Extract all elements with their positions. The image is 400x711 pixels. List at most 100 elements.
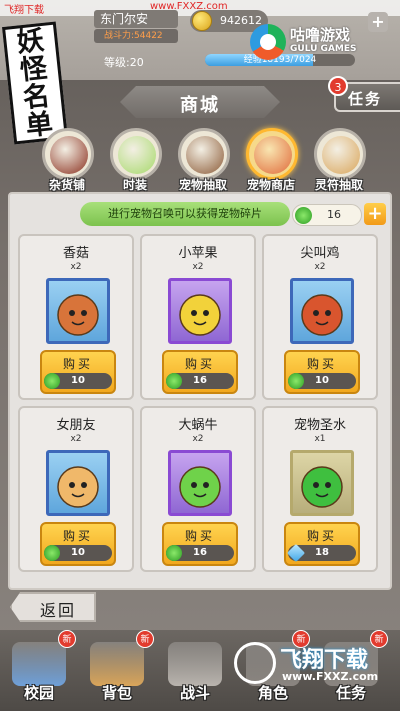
item-art-icon	[57, 466, 99, 508]
title-banner: 商城	[120, 86, 280, 118]
item-image[interactable]	[168, 450, 232, 516]
back-button[interactable]: 返回	[10, 592, 96, 622]
nav-item-0[interactable]: 校园	[6, 638, 72, 708]
tab-3[interactable]: 宠物商店	[240, 126, 302, 196]
item-price: 16	[166, 545, 234, 561]
item-quantity: x2	[70, 262, 82, 272]
player-level: 等级:20	[104, 56, 144, 69]
nav-icon	[12, 642, 66, 686]
item-art-icon	[301, 294, 343, 336]
item-price: 16	[166, 373, 234, 389]
item-price: 10	[44, 545, 112, 561]
buy-button-label: 购买	[306, 357, 337, 371]
gulu-watermark: 咕噜游戏 GULU GAMES	[250, 20, 400, 70]
item-quantity: x2	[192, 434, 204, 444]
item-art-icon	[179, 466, 221, 508]
item-art-icon	[179, 294, 221, 336]
tab-label: 灵符抽取	[314, 178, 363, 192]
item-price: 18	[286, 543, 356, 563]
item-art-icon	[57, 294, 99, 336]
nav-label: 战斗	[179, 684, 210, 702]
item-price: 10	[288, 373, 356, 389]
tab-icon	[254, 136, 292, 174]
price-value: 10	[315, 375, 329, 386]
pet-shard-value: 16	[327, 208, 341, 221]
tab-4[interactable]: 灵符抽取	[308, 126, 370, 196]
tab-icon	[118, 136, 156, 174]
item-name: 女朋友	[56, 418, 96, 433]
item-image[interactable]	[46, 450, 110, 516]
price-value: 18	[315, 547, 329, 558]
shop-item-card: 宠物圣水 x1 购买 18	[262, 406, 378, 572]
item-quantity: x2	[192, 262, 204, 272]
gulu-logo-icon	[250, 24, 286, 60]
item-image[interactable]	[290, 278, 354, 344]
nav-label: 校园	[23, 684, 54, 702]
pet-shard-counter: 16	[292, 204, 362, 226]
combat-power: 战斗力:54422	[94, 29, 178, 43]
nav-icon	[90, 642, 144, 686]
buy-button-label: 购买	[184, 357, 215, 371]
buy-button[interactable]: 购买 10	[284, 350, 360, 394]
item-image[interactable]	[168, 278, 232, 344]
nav-label: 背包	[101, 684, 132, 702]
shop-panel: 进行宠物召唤可以获得宠物碎片 16 + 香菇 x2 购买 10 小苹果 x2 购买 16 尖叫鸡…	[8, 192, 392, 590]
buy-button-label: 购买	[62, 357, 93, 371]
shop-info-bar: 进行宠物召唤可以获得宠物碎片	[80, 202, 290, 226]
gulu-name-cn: 咕噜游戏	[290, 26, 351, 44]
watermark-bottom-url: www.FXXZ.com	[282, 670, 379, 683]
tab-icon	[322, 136, 360, 174]
buy-button[interactable]: 购买 16	[162, 350, 238, 394]
price-value: 16	[193, 547, 207, 558]
task-count-badge: 3	[328, 76, 348, 96]
tab-label: 宠物商店	[246, 178, 295, 192]
shop-item-card: 香菇 x2 购买 10	[18, 234, 134, 400]
item-art-icon	[301, 466, 343, 508]
buy-button[interactable]: 购买 16	[162, 522, 238, 566]
new-badge: 新	[136, 630, 154, 648]
buy-button-label: 购买	[306, 529, 337, 543]
tab-1[interactable]: 时装	[104, 126, 166, 196]
item-price: 10	[44, 373, 112, 389]
tab-label: 宠物抽取	[178, 178, 227, 192]
item-name: 尖叫鸡	[300, 246, 340, 261]
page-title: 商城	[180, 95, 220, 116]
tab-icon	[50, 136, 88, 174]
tab-label: 杂货铺	[48, 178, 85, 192]
back-button-label: 返回	[40, 601, 77, 620]
buy-button[interactable]: 购买 10	[40, 522, 116, 566]
nav-item-2[interactable]: 战斗	[162, 638, 228, 708]
price-value: 10	[71, 375, 85, 386]
item-name: 香菇	[62, 246, 89, 261]
shop-item-card: 女朋友 x2 购买 10	[18, 406, 134, 572]
shop-item-card: 大蜗牛 x2 购买 16	[140, 406, 256, 572]
item-name: 宠物圣水	[293, 418, 346, 433]
add-shards-button[interactable]: +	[364, 203, 386, 225]
item-name: 大蜗牛	[178, 418, 218, 433]
price-value: 16	[193, 375, 207, 386]
price-value: 10	[71, 547, 85, 558]
tab-0[interactable]: 杂货铺	[36, 126, 98, 196]
shop-item-card: 尖叫鸡 x2 购买 10	[262, 234, 378, 400]
buy-button-label: 购买	[62, 529, 93, 543]
watermark-bottom: 飞翔下载 www.FXXZ.com	[232, 640, 400, 696]
buy-button[interactable]: 购买 10	[40, 350, 116, 394]
item-image[interactable]	[290, 450, 354, 516]
nav-item-1[interactable]: 背包	[84, 638, 150, 708]
buy-button-label: 购买	[184, 529, 215, 543]
tab-label: 时装	[122, 178, 147, 192]
task-button-label: 任务	[348, 90, 383, 108]
coin-icon	[192, 11, 212, 31]
item-quantity: x1	[314, 434, 326, 444]
watermark-logo-icon	[234, 642, 276, 684]
tab-icon	[186, 136, 224, 174]
buy-button[interactable]: 购买 18	[284, 522, 360, 566]
tab-2[interactable]: 宠物抽取	[172, 126, 234, 196]
nav-icon	[168, 642, 222, 686]
player-name: 东门尔安	[94, 10, 178, 28]
gulu-name-en: GULU GAMES	[290, 44, 357, 54]
item-quantity: x2	[314, 262, 326, 272]
watermark-top-label: 飞翔下载	[4, 5, 44, 16]
item-image[interactable]	[46, 278, 110, 344]
new-badge: 新	[58, 630, 76, 648]
